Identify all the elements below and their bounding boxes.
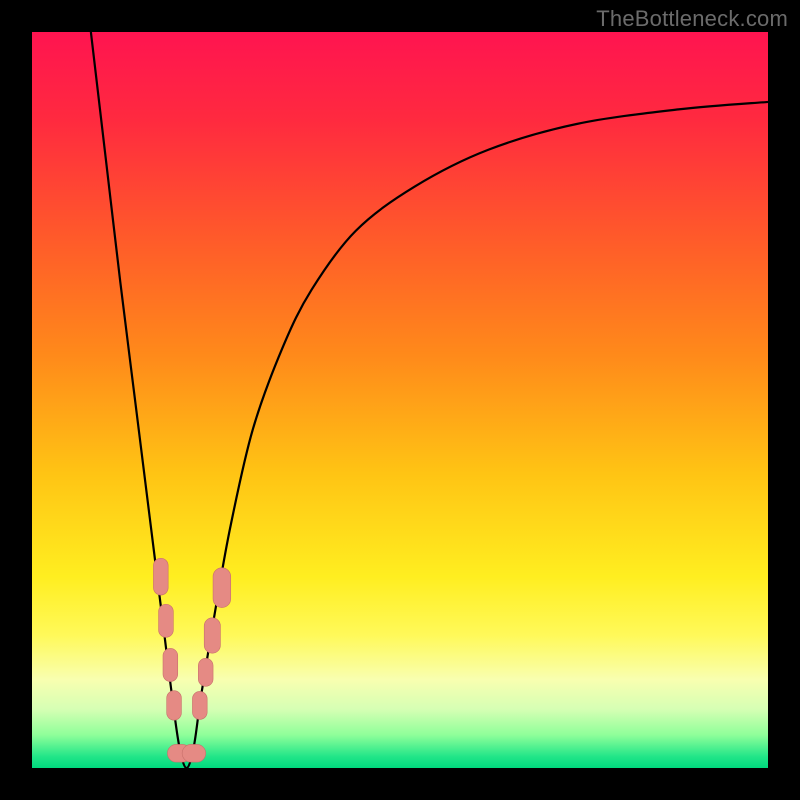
data-marker xyxy=(204,618,220,653)
plot-area xyxy=(32,32,768,768)
watermark-text: TheBottleneck.com xyxy=(596,6,788,32)
data-marker xyxy=(192,691,207,719)
data-marker xyxy=(213,568,231,608)
chart-frame: TheBottleneck.com xyxy=(0,0,800,800)
bottleneck-chart xyxy=(32,32,768,768)
data-marker xyxy=(182,744,206,762)
data-marker xyxy=(167,691,182,720)
data-marker xyxy=(163,648,178,681)
data-marker xyxy=(159,604,174,637)
gradient-background xyxy=(32,32,768,768)
data-marker xyxy=(153,558,168,595)
data-marker xyxy=(198,658,213,686)
